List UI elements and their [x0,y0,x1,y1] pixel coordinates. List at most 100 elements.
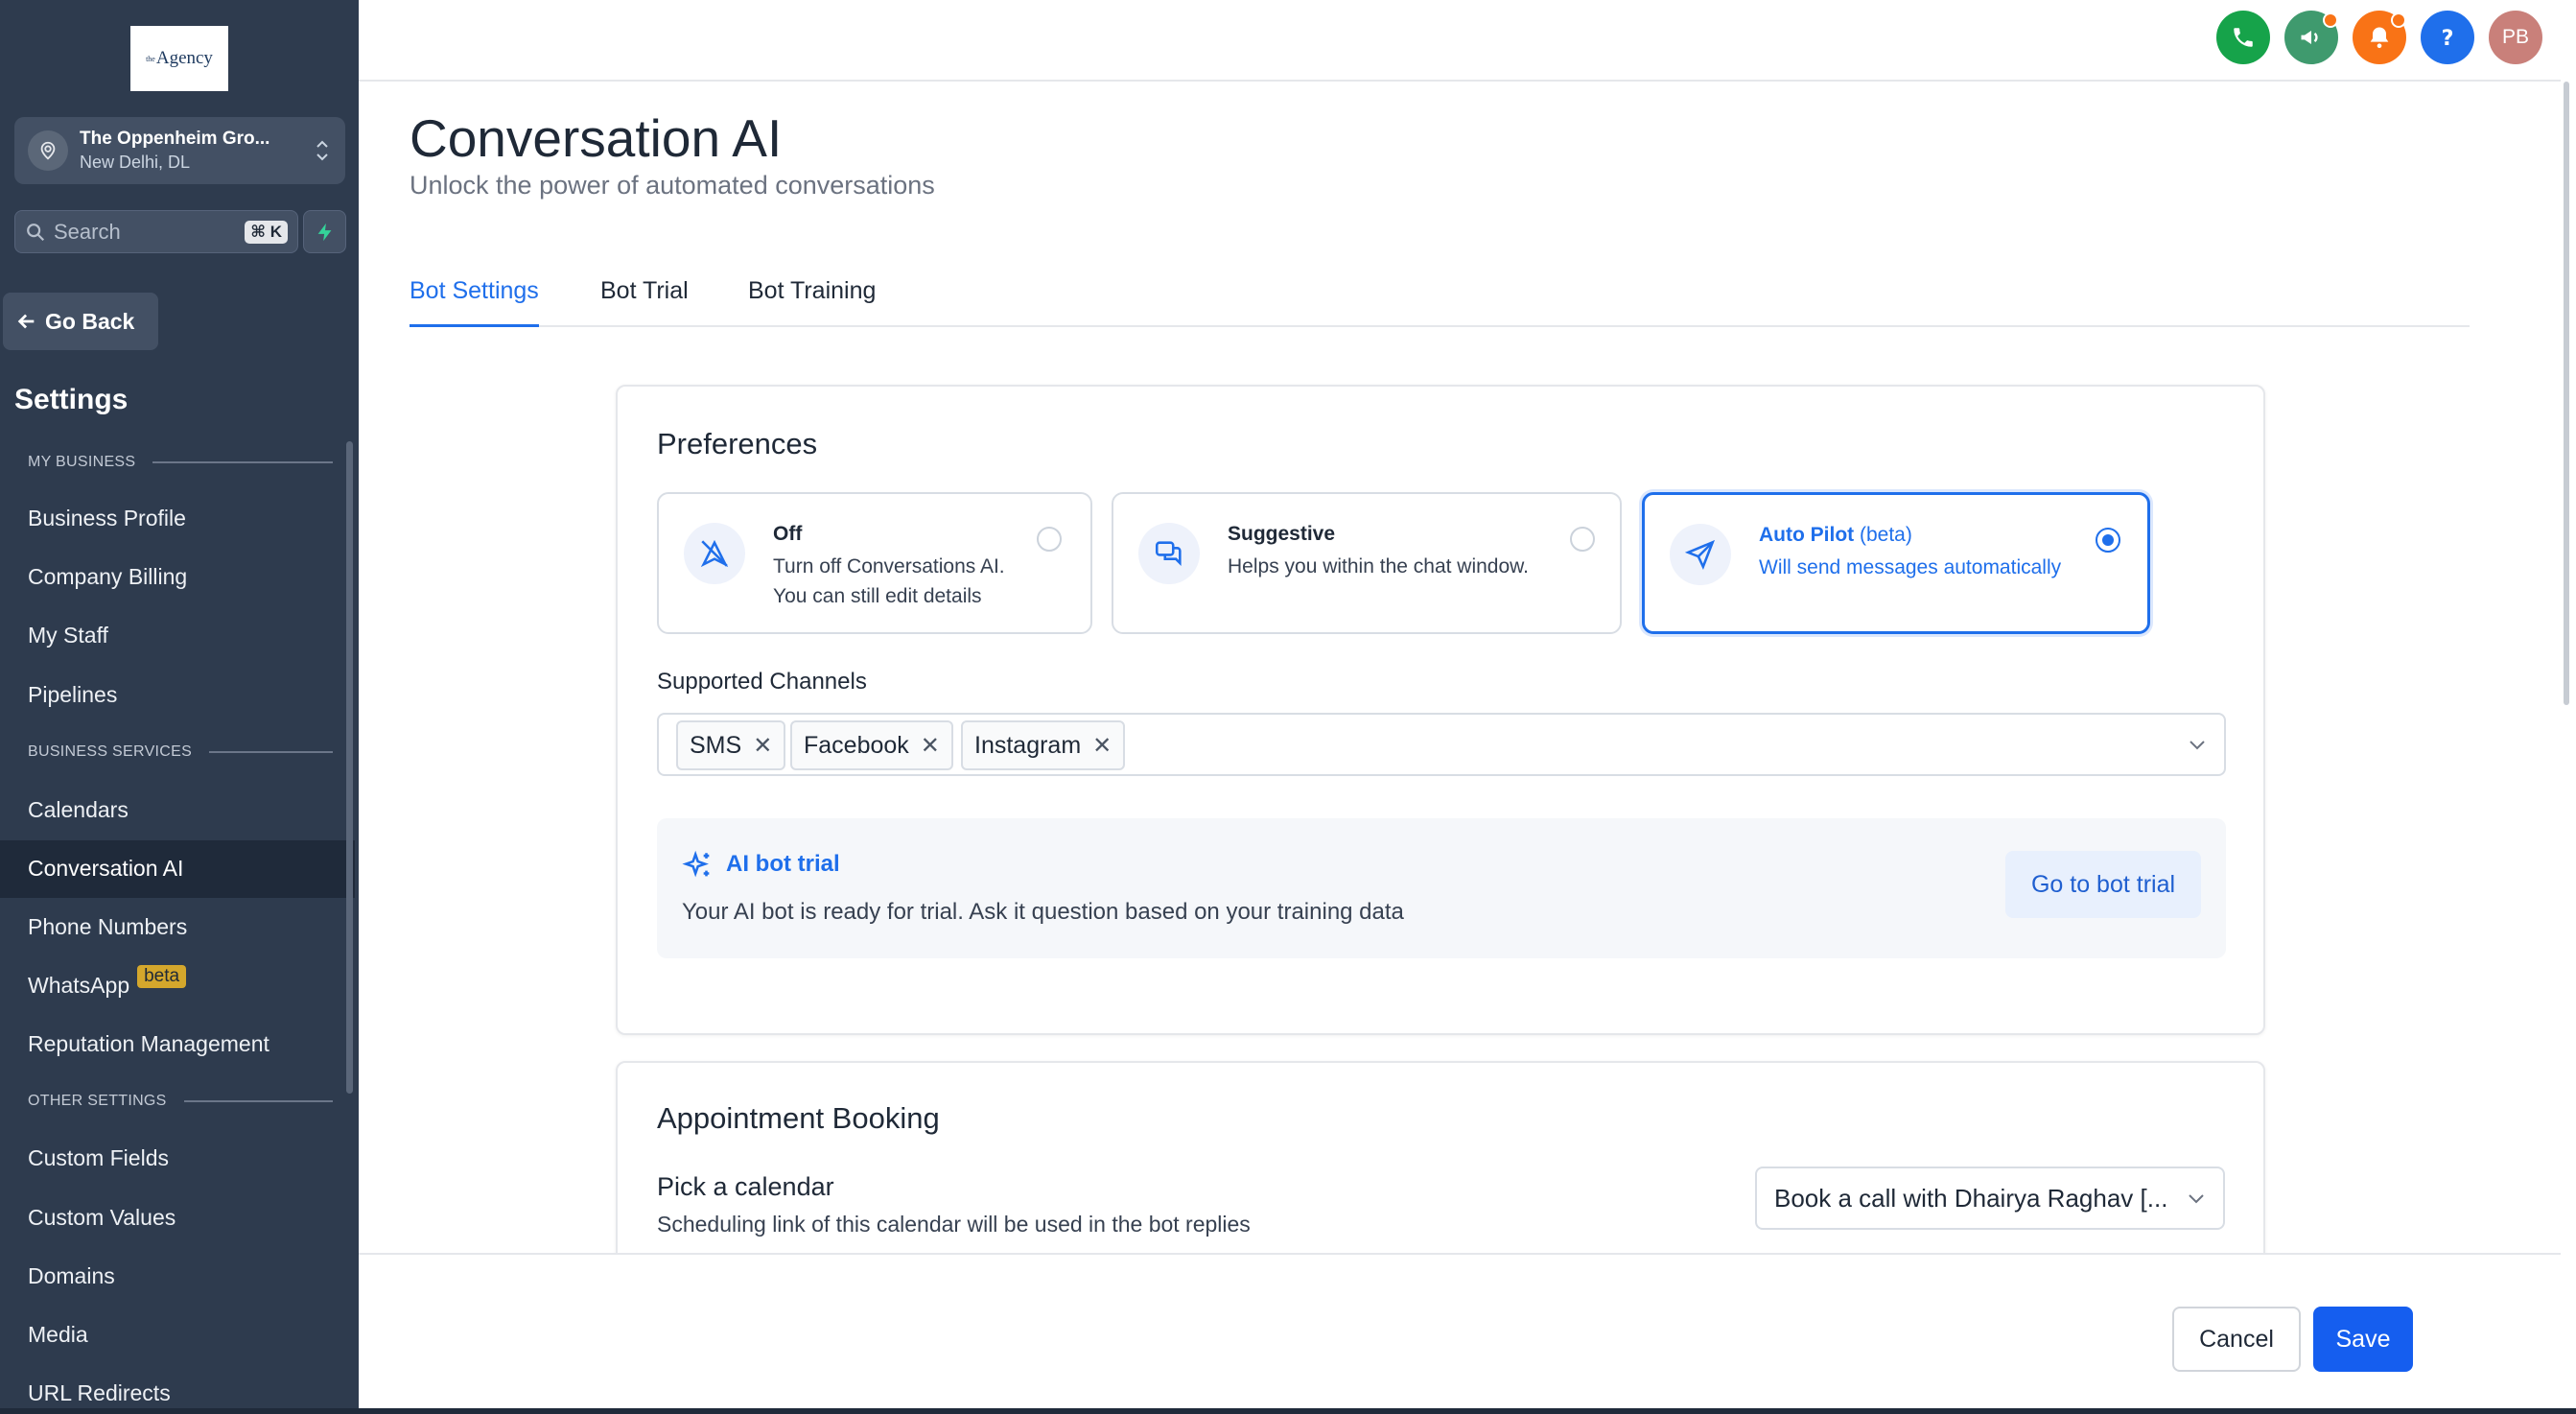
auto-pilot-label: Auto Pilot [1759,524,1855,546]
cancel-button[interactable]: Cancel [2172,1307,2301,1372]
svg-text:?: ? [2442,26,2454,51]
sparkles-icon [682,850,710,878]
bot-off-icon [684,523,745,584]
search-shortcut: ⌘ K [245,220,288,244]
channel-chip-facebook: Facebook ✕ [790,720,953,770]
section-business-services: BUSINESS SERVICES [28,743,333,761]
user-avatar[interactable]: PB [2489,11,2542,64]
search-input[interactable]: Search ⌘ K [14,210,298,253]
pick-calendar-label: Pick a calendar [657,1172,834,1201]
option-off[interactable]: Off Turn off Conversations AI. You can s… [657,492,1092,634]
channel-chip-instagram: Instagram ✕ [961,720,1126,770]
sidebar-item-media[interactable]: Media [28,1322,88,1348]
option-auto-pilot-title: Auto Pilot (beta) [1759,524,1912,547]
lightning-icon [317,223,331,241]
option-auto-pilot[interactable]: Auto Pilot (beta) Will send messages aut… [1642,492,2150,634]
arrow-left-icon [17,314,35,329]
option-suggestive[interactable]: Suggestive Helps you within the chat win… [1112,492,1622,634]
close-icon[interactable]: ✕ [921,732,940,760]
phone-button[interactable] [2216,11,2270,64]
location-subtitle: New Delhi, DL [80,153,191,172]
ai-bot-trial-desc: Your AI bot is ready for trial. Ask it q… [682,899,1404,925]
chip-label: Instagram [974,731,1082,759]
close-icon[interactable]: ✕ [753,732,772,760]
go-back-button[interactable]: Go Back [3,293,158,350]
preferences-title: Preferences [657,427,818,460]
megaphone-icon [2301,31,2318,44]
notifications-button[interactable] [2353,11,2406,64]
sidebar-item-phone-numbers[interactable]: Phone Numbers [28,914,187,940]
tab-bot-settings[interactable]: Bot Settings [410,277,539,327]
chat-bubbles-icon [1138,523,1200,584]
sidebar-item-domains[interactable]: Domains [28,1263,115,1289]
sidebar-item-conversation-ai[interactable]: Conversation AI [28,856,183,882]
help-icon: ? [2442,26,2454,51]
sidebar-item-whatsapp[interactable]: WhatsApp beta [28,965,187,1000]
sidebar-item-business-profile[interactable]: Business Profile [28,506,186,531]
tab-bot-training[interactable]: Bot Training [748,277,876,327]
agency-logo[interactable]: the Agency [130,26,228,91]
logo-name: Agency [155,48,213,68]
sidebar-scrollbar[interactable] [346,441,353,1094]
sidebar-item-custom-fields[interactable]: Custom Fields [28,1145,169,1171]
phone-icon [2234,28,2253,47]
sidebar-item-custom-values[interactable]: Custom Values [28,1205,176,1231]
supported-channels-label: Supported Channels [657,669,867,695]
section-other-settings: OTHER SETTINGS [28,1093,333,1110]
go-back-label: Go Back [45,308,135,334]
option-suggestive-desc: Helps you within the chat window. [1228,555,1530,577]
logo-prefix: the [146,54,155,63]
sidebar: the Agency The Oppenheim Gro... New Delhi… [0,0,359,1414]
pick-calendar-desc: Scheduling link of this calendar will be… [657,1212,1251,1237]
announcements-button[interactable] [2284,11,2338,64]
location-pin-icon [28,130,68,171]
top-bar: ? PB [359,0,2561,82]
close-icon[interactable]: ✕ [1092,732,1112,760]
ai-bot-trial-banner: AI bot trial Your AI bot is ready for tr… [657,818,2226,958]
bell-icon [2370,27,2389,49]
tab-bot-trial[interactable]: Bot Trial [600,277,689,327]
settings-title: Settings [14,384,129,415]
supported-channels-select[interactable]: SMS ✕ Facebook ✕ Instagram ✕ [657,713,2226,776]
help-button[interactable]: ? [2421,11,2474,64]
quick-action-button[interactable] [303,210,346,253]
calendar-select-value: Book a call with Dhairya Raghav [... [1774,1183,2168,1213]
chevron-updown-icon [313,138,332,163]
location-name: The Oppenheim Gro... [80,129,270,149]
notification-dot [2391,12,2406,28]
sidebar-item-calendars[interactable]: Calendars [28,797,129,823]
sidebar-item-my-staff[interactable]: My Staff [28,623,108,648]
go-to-bot-trial-button[interactable]: Go to bot trial [2005,851,2201,918]
search-icon [27,223,45,241]
section-label: OTHER SETTINGS [28,1093,167,1109]
sidebar-item-pipelines[interactable]: Pipelines [28,682,117,708]
option-auto-pilot-desc: Will send messages automatically [1759,556,2062,578]
action-footer: Cancel Save [359,1253,2561,1408]
sidebar-item-company-billing[interactable]: Company Billing [28,564,187,590]
ai-bot-trial-title: AI bot trial [726,851,840,877]
page-title: Conversation AI [410,108,783,168]
tab-bar: Bot Settings Bot Trial Bot Training [410,273,2470,327]
send-icon [1670,524,1731,585]
main-scrollbar[interactable] [2564,82,2569,705]
section-my-business: MY BUSINESS [28,454,333,471]
chip-label: SMS [690,731,742,759]
option-suggestive-title: Suggestive [1228,523,1336,545]
window-bottom-edge [0,1408,2576,1414]
search-placeholder: Search [54,219,121,244]
section-label: BUSINESS SERVICES [28,743,193,760]
save-button[interactable]: Save [2313,1307,2413,1372]
option-off-title: Off [773,523,803,545]
whatsapp-label: WhatsApp [28,973,130,998]
location-switcher[interactable]: The Oppenheim Gro... New Delhi, DL [14,117,345,184]
appointment-booking-title: Appointment Booking [657,1101,940,1135]
option-auto-pilot-radio[interactable] [2096,528,2120,553]
preferences-card: Preferences Off Turn off Conversations A… [616,385,2265,1035]
option-suggestive-radio[interactable] [1570,527,1595,552]
sidebar-item-reputation-management[interactable]: Reputation Management [28,1031,269,1057]
sidebar-item-url-redirects[interactable]: URL Redirects [28,1380,171,1406]
calendar-select[interactable]: Book a call with Dhairya Raghav [... [1755,1167,2225,1230]
beta-badge: beta [137,965,187,988]
notification-dot [2323,12,2338,28]
option-off-radio[interactable] [1037,527,1062,552]
